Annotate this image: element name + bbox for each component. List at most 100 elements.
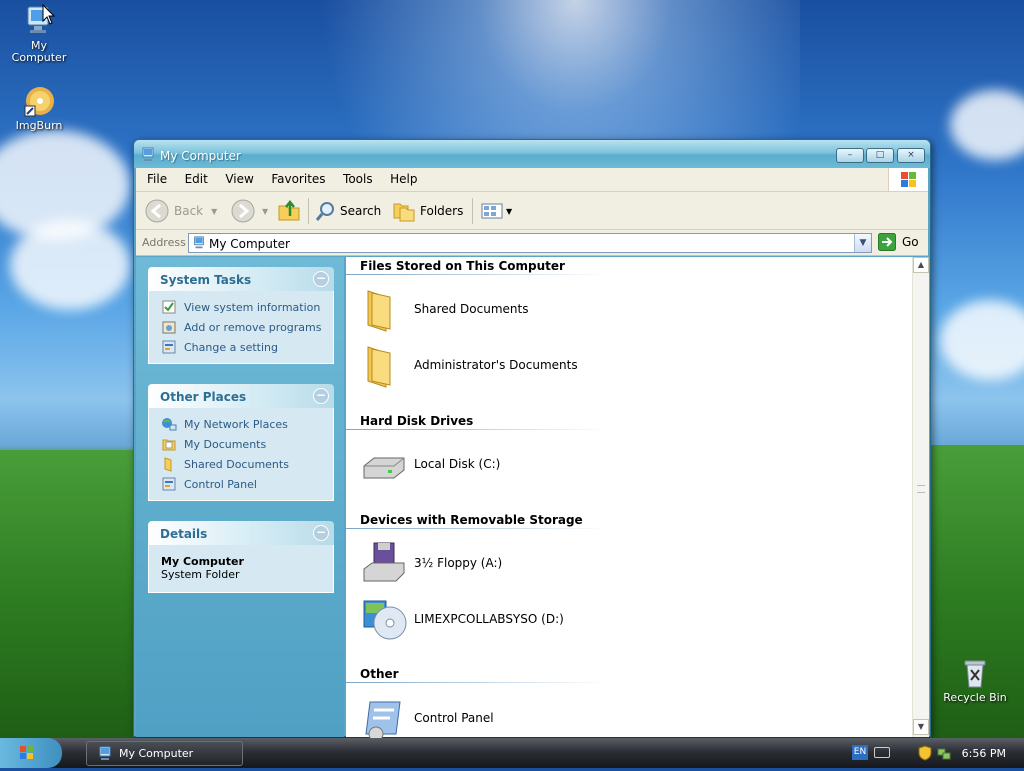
chevron-down-icon: ▼ [211,206,218,216]
desktop-icon-label: ImgBurn [15,119,63,132]
collapse-icon[interactable]: − [313,525,329,541]
forward-button[interactable]: ▼ [230,198,268,224]
group-title: Files Stored on This Computer [360,259,565,273]
toolbar: Back ▼ ▼ Search Folders ▼ [136,192,928,230]
toolbar-separator [472,198,473,224]
windows-logo-icon [888,168,928,191]
taskbar: My Computer EN 6:56 PM [0,738,1024,768]
address-bar: Address My Computer ▼ Go [136,230,928,256]
language-indicator[interactable]: EN [852,745,868,760]
search-button[interactable]: Search [314,198,381,224]
computer-icon [192,236,206,253]
menu-view[interactable]: View [218,168,260,190]
views-button[interactable]: ▼ [480,198,512,224]
menu-tools[interactable]: Tools [336,168,380,190]
clock[interactable]: 6:56 PM [962,747,1006,760]
place-label: Shared Documents [184,457,289,471]
folder-icon [164,457,172,472]
panel-header[interactable]: Details − [148,521,334,545]
collapse-icon[interactable]: − [313,271,329,287]
item-control-panel[interactable]: Control Panel [360,694,494,742]
item-administrators-documents[interactable]: Administrator's Documents [360,341,578,389]
network-icon [162,418,177,431]
cloud [10,220,130,310]
desktop-icon-label: My Computer [11,39,67,64]
item-floppy-a[interactable]: 3½ Floppy (A:) [360,539,502,587]
group-title: Devices with Removable Storage [360,513,583,527]
system-tasks-panel: System Tasks − View system information A… [148,267,334,364]
system-info-icon [162,300,176,314]
go-button[interactable]: Go [878,233,919,251]
minimize-button[interactable]: – [836,148,864,163]
menu-edit[interactable]: Edit [178,168,215,190]
title-bar[interactable]: My Computer – □ × [134,140,930,168]
collapse-icon[interactable]: − [313,388,329,404]
panel-header[interactable]: Other Places − [148,384,334,408]
desktop-icon-my-computer[interactable]: My Computer [4,4,74,64]
control-panel-icon [365,701,401,742]
item-cd-drive-d[interactable]: LIMEXPCOLLABSYSO (D:) [360,595,564,643]
maximize-button[interactable]: □ [866,148,894,163]
up-folder-icon [278,199,300,221]
task-view-system-information[interactable]: View system information [161,297,323,317]
task-change-setting[interactable]: Change a setting [161,337,323,357]
computer-icon [99,746,111,760]
up-folder-button[interactable] [276,198,302,224]
panel-title: System Tasks [160,273,252,287]
place-my-documents[interactable]: My Documents [161,434,323,454]
chevron-down-icon: ▼ [262,206,269,216]
explorer-window: My Computer – □ × File Edit View Favorit… [133,139,931,742]
item-label: 3½ Floppy (A:) [414,556,503,570]
group-title: Other [360,667,399,681]
group-divider [346,274,608,275]
desktop-icon-imgburn[interactable]: ImgBurn [4,84,74,132]
back-button[interactable]: Back ▼ [144,198,217,224]
chevron-down-icon: ▼ [506,206,513,216]
menu-favorites[interactable]: Favorites [264,168,332,190]
floppy-drive-icon [363,542,405,582]
menu-file[interactable]: File [140,168,174,190]
desktop-icon-label: Recycle Bin [943,691,1007,704]
security-shield-icon[interactable] [918,745,932,764]
desktop-icon-recycle-bin[interactable]: Recycle Bin [940,656,1010,704]
keyboard-icon[interactable] [874,747,890,758]
place-my-network-places[interactable]: My Network Places [161,414,323,434]
scroll-down-button[interactable]: ▼ [913,719,929,735]
item-label: Shared Documents [414,302,529,316]
place-control-panel[interactable]: Control Panel [161,474,323,494]
vertical-scrollbar[interactable]: ▲ ▼ [912,257,929,737]
other-places-panel: Other Places − My Network Places My Docu… [148,384,334,501]
network-tray-icon[interactable] [936,745,952,764]
my-documents-icon [162,439,176,451]
place-shared-documents[interactable]: Shared Documents [161,454,323,474]
group-divider [346,682,608,683]
group-divider [346,528,608,529]
scroll-up-button[interactable]: ▲ [913,257,929,273]
item-local-disk-c[interactable]: Local Disk (C:) [360,440,500,488]
folders-icon [393,203,415,222]
task-add-remove-programs[interactable]: Add or remove programs [161,317,323,337]
cd-drive-icon [363,600,407,640]
recycle-bin-icon [958,656,992,690]
address-dropdown-button[interactable]: ▼ [854,234,871,252]
content-pane: Files Stored on This Computer Shared Doc… [346,257,912,742]
panel-header[interactable]: System Tasks − [148,267,334,291]
item-shared-documents[interactable]: Shared Documents [360,285,528,333]
taskbar-button-my-computer[interactable]: My Computer [86,741,243,766]
panel-body: My Computer System Folder [148,545,334,593]
cloud [940,300,1024,380]
scroll-thumb-grip-icon[interactable] [917,485,925,493]
address-input[interactable]: My Computer ▼ [188,233,872,253]
group-divider [346,429,608,430]
start-button[interactable] [0,738,62,768]
folders-button[interactable]: Folders [392,198,463,224]
search-label: Search [340,204,382,218]
go-label: Go [902,235,919,249]
item-label: LIMEXPCOLLABSYSO (D:) [414,612,564,626]
details-name: My Computer [161,555,244,568]
close-button[interactable]: × [897,148,925,163]
menu-help[interactable]: Help [383,168,424,190]
computer-icon [140,147,156,166]
system-tray: EN 6:56 PM [844,738,1024,768]
window-title: My Computer [160,149,241,163]
